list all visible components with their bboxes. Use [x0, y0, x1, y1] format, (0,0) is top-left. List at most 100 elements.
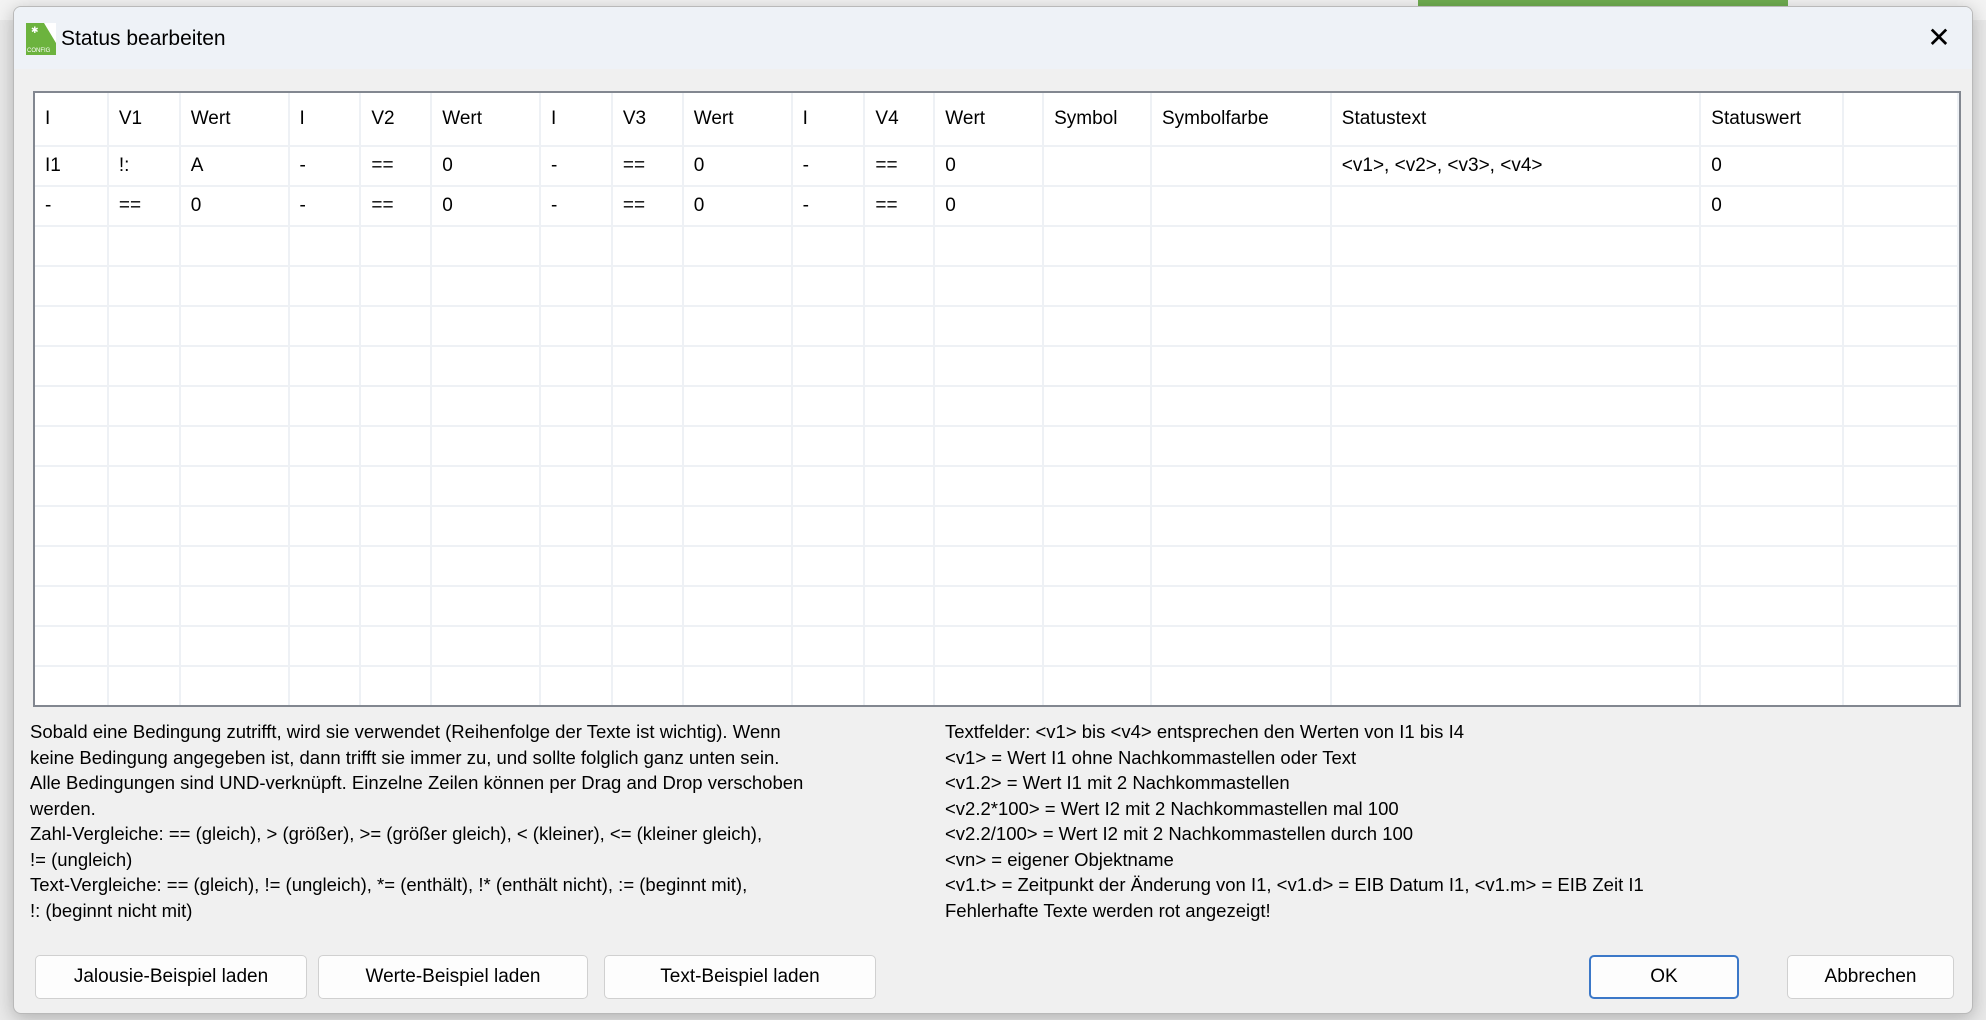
- grid-cell[interactable]: [611, 226, 684, 267]
- grid-cell[interactable]: [611, 506, 684, 547]
- grid-cell[interactable]: [1700, 266, 1845, 307]
- grid-cell[interactable]: <v1>, <v2>, <v3>, <v4>: [1330, 146, 1702, 187]
- grid-cell[interactable]: [1043, 186, 1152, 227]
- grid-cell[interactable]: [540, 226, 613, 267]
- column-header[interactable]: Wert: [934, 93, 1045, 147]
- empty-row[interactable]: [35, 226, 1959, 267]
- grid-cell[interactable]: [360, 586, 433, 627]
- empty-row[interactable]: [35, 506, 1959, 547]
- grid-cell[interactable]: [179, 546, 290, 587]
- grid-cell[interactable]: [179, 626, 290, 667]
- grid-cell[interactable]: [791, 266, 866, 307]
- grid-cell[interactable]: 0: [431, 146, 542, 187]
- grid-cell[interactable]: [288, 666, 362, 705]
- column-header[interactable]: V4: [864, 93, 936, 147]
- grid-cell[interactable]: [1700, 226, 1845, 267]
- grid-cell[interactable]: [864, 386, 936, 427]
- grid-cell[interactable]: [864, 306, 936, 347]
- grid-cell[interactable]: [35, 266, 109, 307]
- grid-cell[interactable]: [540, 666, 613, 705]
- column-header[interactable]: I: [540, 93, 613, 147]
- grid-cell[interactable]: [360, 506, 433, 547]
- grid-cell[interactable]: [934, 506, 1045, 547]
- grid-cell[interactable]: [107, 306, 181, 347]
- grid-cell[interactable]: [107, 626, 181, 667]
- grid-cell[interactable]: 0: [682, 186, 793, 227]
- grid-cell[interactable]: [540, 546, 613, 587]
- grid-cell[interactable]: -: [288, 186, 362, 227]
- grid-cell[interactable]: [1150, 586, 1332, 627]
- grid-cell[interactable]: [934, 546, 1045, 587]
- column-header[interactable]: [1843, 93, 1959, 147]
- grid-cell[interactable]: [791, 426, 866, 467]
- grid-cell[interactable]: -: [791, 186, 866, 227]
- grid-cell[interactable]: [540, 346, 613, 387]
- grid-cell[interactable]: 0: [934, 186, 1045, 227]
- grid-cell[interactable]: [1330, 186, 1702, 227]
- grid-cell[interactable]: [179, 466, 290, 507]
- grid-cell[interactable]: [791, 626, 866, 667]
- grid-cell[interactable]: [1843, 506, 1959, 547]
- grid-cell[interactable]: [934, 346, 1045, 387]
- empty-row[interactable]: [35, 426, 1959, 467]
- grid-cell[interactable]: [611, 666, 684, 705]
- grid-cell[interactable]: [791, 306, 866, 347]
- grid-cell[interactable]: [791, 346, 866, 387]
- grid-cell[interactable]: [682, 266, 793, 307]
- grid-cell[interactable]: ==: [611, 146, 684, 187]
- grid-cell[interactable]: [934, 226, 1045, 267]
- grid-cell[interactable]: [934, 466, 1045, 507]
- grid-cell[interactable]: [1700, 346, 1845, 387]
- grid-cell[interactable]: 0: [934, 146, 1045, 187]
- grid-cell[interactable]: [107, 666, 181, 705]
- grid-cell[interactable]: [107, 426, 181, 467]
- grid-cell[interactable]: [791, 666, 866, 705]
- grid-cell[interactable]: [431, 586, 542, 627]
- grid-cell[interactable]: A: [179, 146, 290, 187]
- grid-cell[interactable]: [431, 466, 542, 507]
- grid-cell[interactable]: -: [540, 146, 613, 187]
- grid-cell[interactable]: [107, 506, 181, 547]
- grid-cell[interactable]: [1043, 226, 1152, 267]
- grid-cell[interactable]: [360, 466, 433, 507]
- grid-cell[interactable]: [1330, 386, 1702, 427]
- grid-cell[interactable]: [1150, 426, 1332, 467]
- grid-cell[interactable]: [1843, 346, 1959, 387]
- grid-cell[interactable]: [288, 586, 362, 627]
- grid-cell[interactable]: [934, 426, 1045, 467]
- column-header[interactable]: I: [35, 93, 109, 147]
- grid-cell[interactable]: [934, 306, 1045, 347]
- grid-cell[interactable]: [35, 626, 109, 667]
- grid-cell[interactable]: [1043, 306, 1152, 347]
- grid-cell[interactable]: [1150, 306, 1332, 347]
- load-values-example-button[interactable]: Werte-Beispiel laden: [318, 955, 588, 999]
- grid-cell[interactable]: [1043, 586, 1152, 627]
- empty-row[interactable]: [35, 546, 1959, 587]
- grid-cell[interactable]: [540, 306, 613, 347]
- grid-cell[interactable]: -: [35, 186, 109, 227]
- grid-cell[interactable]: [1843, 386, 1959, 427]
- grid-cell[interactable]: [179, 386, 290, 427]
- grid-cell[interactable]: [864, 626, 936, 667]
- grid-cell[interactable]: [1043, 546, 1152, 587]
- grid-cell[interactable]: !:: [107, 146, 181, 187]
- grid-cell[interactable]: [934, 586, 1045, 627]
- grid-cell[interactable]: [1700, 466, 1845, 507]
- grid-cell[interactable]: [1843, 186, 1959, 227]
- grid-cell[interactable]: [1843, 226, 1959, 267]
- grid-cell[interactable]: [934, 386, 1045, 427]
- empty-row[interactable]: [35, 586, 1959, 627]
- grid-cell[interactable]: [431, 386, 542, 427]
- grid-cell[interactable]: [179, 226, 290, 267]
- grid-cell[interactable]: [35, 426, 109, 467]
- empty-row[interactable]: [35, 466, 1959, 507]
- grid-cell[interactable]: [611, 266, 684, 307]
- grid-cell[interactable]: [1843, 586, 1959, 627]
- grid-cell[interactable]: [1043, 266, 1152, 307]
- grid-cell[interactable]: [179, 346, 290, 387]
- column-header[interactable]: V2: [360, 93, 433, 147]
- grid-cell[interactable]: [1150, 506, 1332, 547]
- grid-cell[interactable]: [540, 426, 613, 467]
- grid-cell[interactable]: [1700, 386, 1845, 427]
- grid-cell[interactable]: ==: [611, 186, 684, 227]
